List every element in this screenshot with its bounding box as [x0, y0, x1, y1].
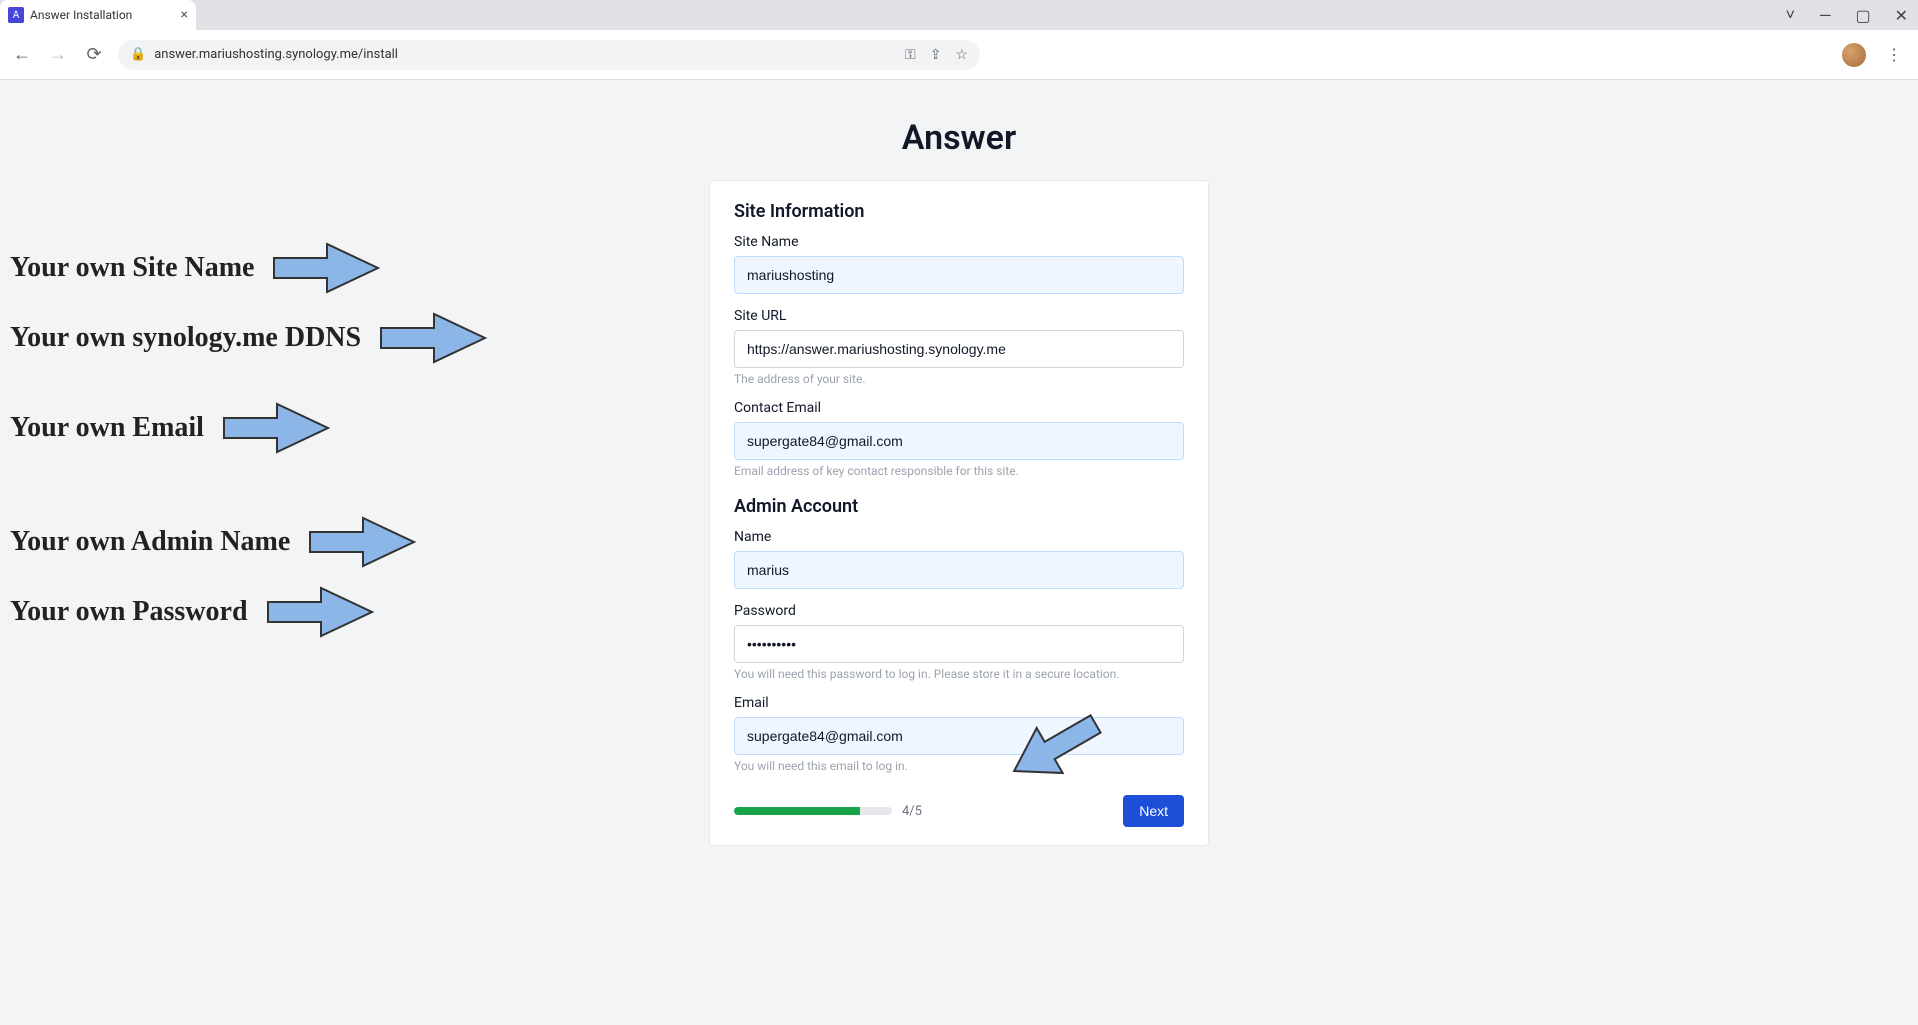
share-icon[interactable]: ⇪ — [930, 47, 942, 63]
contact-email-field: Contact Email Email address of key conta… — [734, 400, 1184, 478]
lock-icon: 🔒 — [130, 47, 146, 62]
admin-email-field: Email You will need this email to log in… — [734, 695, 1184, 773]
progress-wrap: 4/5 — [734, 804, 922, 819]
key-icon[interactable]: ⚿ — [905, 47, 916, 63]
page-viewport[interactable]: Answer Site Information Site Name Site U… — [0, 80, 1918, 1025]
annotation-ddns: Your own synology.me DDNS — [10, 310, 489, 366]
annotation-next-arrow — [1004, 708, 1104, 788]
progress-label: 4/5 — [902, 804, 922, 819]
minimize-icon[interactable]: — — [1819, 6, 1832, 25]
site-name-input[interactable] — [734, 256, 1184, 294]
admin-name-input[interactable] — [734, 551, 1184, 589]
contact-email-input[interactable] — [734, 422, 1184, 460]
url-text: answer.mariushosting.synology.me/install — [154, 47, 897, 62]
site-name-label: Site Name — [734, 234, 1184, 250]
annotation-admin-name: Your own Admin Name — [10, 514, 418, 570]
admin-account-heading: Admin Account — [734, 496, 1184, 517]
address-bar[interactable]: 🔒 answer.mariushosting.synology.me/insta… — [118, 40, 980, 70]
close-window-icon[interactable]: ✕ — [1895, 6, 1908, 25]
arrow-right-icon — [308, 514, 418, 570]
password-hint: You will need this password to log in. P… — [734, 667, 1184, 681]
admin-email-hint: You will need this email to log in. — [734, 759, 1184, 773]
install-card: Site Information Site Name Site URL The … — [709, 180, 1209, 846]
star-icon[interactable]: ☆ — [955, 47, 968, 63]
site-url-hint: The address of your site. — [734, 372, 1184, 386]
close-tab-icon[interactable]: × — [181, 7, 188, 23]
annotation-password: Your own Password — [10, 584, 376, 640]
password-input[interactable] — [734, 625, 1184, 663]
arrow-right-icon — [272, 240, 382, 296]
arrow-right-icon — [266, 584, 376, 640]
address-actions: ⚿ ⇪ ☆ — [905, 47, 968, 63]
contact-email-label: Contact Email — [734, 400, 1184, 416]
annotation-text: Your own synology.me DDNS — [10, 322, 361, 354]
page-title: Answer — [0, 80, 1918, 180]
annotation-text: Your own Site Name — [10, 252, 254, 284]
password-label: Password — [734, 603, 1184, 619]
annotation-text: Your own Email — [10, 412, 204, 444]
annotation-email: Your own Email — [10, 400, 332, 456]
back-icon[interactable]: ← — [10, 44, 34, 65]
forward-icon[interactable]: → — [46, 44, 70, 65]
window-controls: ˅ — ▢ ✕ — [1786, 0, 1908, 30]
address-bar-row: ← → ⟳ 🔒 answer.mariushosting.synology.me… — [0, 30, 1918, 80]
admin-name-label: Name — [734, 529, 1184, 545]
card-footer: 4/5 Next — [734, 795, 1184, 827]
admin-name-field: Name — [734, 529, 1184, 589]
annotation-site-name: Your own Site Name — [10, 240, 382, 296]
avatar[interactable] — [1842, 43, 1866, 67]
kebab-menu-icon[interactable]: ⋮ — [1886, 45, 1902, 64]
site-info-heading: Site Information — [734, 201, 1184, 222]
progress-fill — [734, 807, 860, 815]
annotation-text: Your own Password — [10, 596, 248, 628]
chevron-down-icon[interactable]: ˅ — [1786, 5, 1795, 25]
tab-bar: A Answer Installation × ˅ — ▢ ✕ — [0, 0, 1918, 30]
arrow-right-icon — [379, 310, 489, 366]
admin-email-input[interactable] — [734, 717, 1184, 755]
site-name-field: Site Name — [734, 234, 1184, 294]
next-button[interactable]: Next — [1123, 795, 1184, 827]
browser-chrome: A Answer Installation × ˅ — ▢ ✕ ← → ⟳ 🔒 … — [0, 0, 1918, 80]
password-field: Password You will need this password to … — [734, 603, 1184, 681]
annotation-text: Your own Admin Name — [10, 526, 290, 558]
site-url-field: Site URL The address of your site. — [734, 308, 1184, 386]
progress-bar — [734, 807, 892, 815]
maximize-icon[interactable]: ▢ — [1855, 6, 1870, 25]
browser-tab[interactable]: A Answer Installation × — [0, 0, 196, 30]
site-url-label: Site URL — [734, 308, 1184, 324]
arrow-left-icon — [1004, 708, 1104, 788]
site-url-input[interactable] — [734, 330, 1184, 368]
contact-email-hint: Email address of key contact responsible… — [734, 464, 1184, 478]
tab-favicon-icon: A — [8, 7, 24, 23]
reload-icon[interactable]: ⟳ — [82, 44, 106, 65]
admin-email-label: Email — [734, 695, 1184, 711]
tab-title: Answer Installation — [30, 8, 175, 22]
arrow-right-icon — [222, 400, 332, 456]
